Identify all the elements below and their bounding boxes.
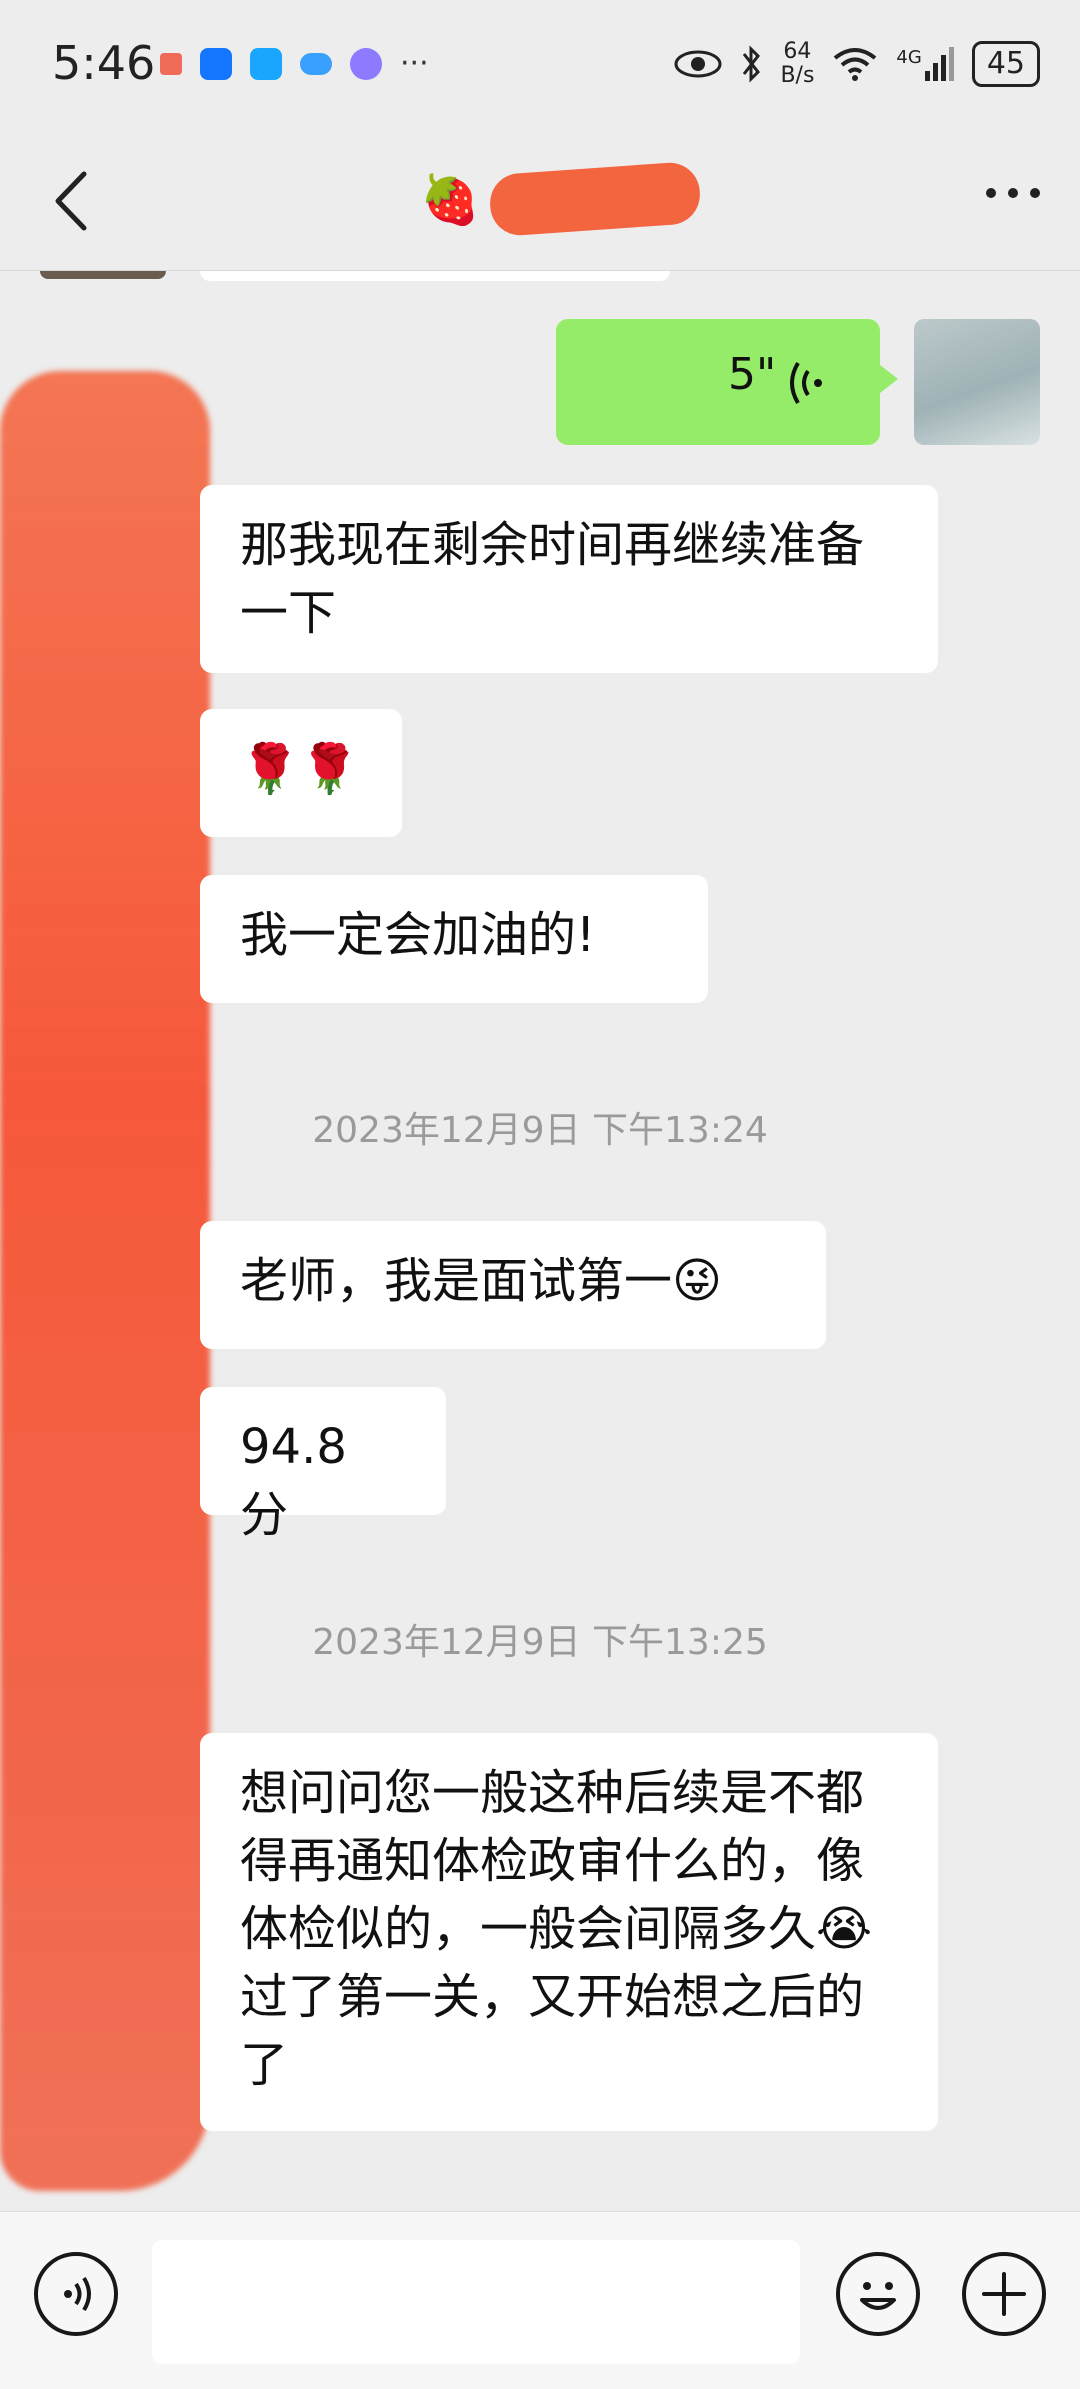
battery-indicator: 45 <box>971 41 1040 87</box>
eye-icon <box>674 50 722 78</box>
more-notifications-icon: ··· <box>400 46 429 81</box>
voice-duration: 5" <box>728 349 777 400</box>
voice-message-bubble[interactable]: 5" <box>556 319 898 445</box>
back-icon[interactable] <box>44 166 104 236</box>
system-status: 64 B/s 4G 45 <box>674 40 1040 88</box>
more-dot <box>1030 188 1040 198</box>
redacted-avatar-column <box>0 371 210 2191</box>
more-dot <box>986 188 996 198</box>
message-bubble[interactable]: 想问问您一般这种后续是不都得再通知体检政审什么的，像体检似的，一般会间隔多久😭过… <box>200 1733 938 2131</box>
wifi-icon <box>834 48 877 81</box>
voice-input-button[interactable] <box>34 2252 118 2336</box>
message-input[interactable] <box>152 2240 800 2364</box>
message-text: 老师，我是面试第一😜 <box>240 1253 723 1309</box>
network-speed-value: 64 <box>783 39 812 64</box>
previous-avatar-edge <box>40 271 166 279</box>
message-bubble[interactable]: 那我现在剩余时间再继续准备一下 <box>200 485 938 673</box>
plus-icon <box>982 2272 1026 2316</box>
emoji-button[interactable] <box>836 2252 920 2336</box>
message-timestamp: 2023年12月9日 下午13:25 <box>312 1622 768 1663</box>
message-bubble[interactable]: 老师，我是面试第一😜 <box>200 1221 826 1349</box>
message-list[interactable]: 5" 那我现在剩余时间再继续准备一下 🌹🌹 我一定会加油的! 2023年12月9… <box>0 271 1080 2211</box>
mobile-network-type: 4G <box>896 47 922 68</box>
more-actions-button[interactable] <box>962 2252 1046 2336</box>
mobile-signal: 4G <box>896 47 954 81</box>
redacted-contact-name <box>487 160 702 238</box>
message-text: 想问问您一般这种后续是不都得再通知体检政审什么的，像体检似的，一般会间隔多久😭过… <box>240 1765 873 2093</box>
status-bar: 5:46 ··· 64 B/s 4G 45 <box>0 0 1080 130</box>
input-bar <box>0 2211 1080 2389</box>
app-notification-icon <box>160 52 182 75</box>
message-bubble[interactable]: 我一定会加油的! <box>200 875 708 1003</box>
music-icon <box>350 47 382 80</box>
my-avatar[interactable] <box>914 319 1040 445</box>
message-bubble[interactable]: 🌹🌹 <box>200 709 402 837</box>
message-text: 94.8 分 <box>240 1419 347 1543</box>
notification-icons: ··· <box>160 46 429 81</box>
cloud-icon <box>300 52 332 75</box>
previous-bubble-edge <box>200 271 670 281</box>
message-text: 我一定会加油的! <box>240 907 596 963</box>
network-speed: 64 B/s <box>780 40 814 88</box>
chat-title: 🍓 <box>420 160 702 238</box>
app-notification-icon <box>250 47 282 80</box>
voice-input-icon <box>64 2276 91 2312</box>
network-speed-unit: B/s <box>780 63 815 88</box>
message-timestamp: 2023年12月9日 下午13:24 <box>312 1110 768 1151</box>
message-text: 🌹🌹 <box>240 741 360 797</box>
message-bubble[interactable]: 94.8 分 <box>200 1387 446 1543</box>
app-notification-icon <box>200 47 232 80</box>
message-text: 那我现在剩余时间再继续准备一下 <box>240 517 865 641</box>
voice-wave-icon <box>790 361 822 405</box>
status-time: 5:46 <box>52 36 156 90</box>
more-dot <box>1008 188 1018 198</box>
bluetooth-icon <box>743 45 761 83</box>
smiley-icon <box>860 2282 896 2310</box>
title-emoji: 🍓 <box>420 171 480 228</box>
more-options-button[interactable] <box>986 188 1040 198</box>
chat-header: 🍓 <box>0 130 1080 271</box>
